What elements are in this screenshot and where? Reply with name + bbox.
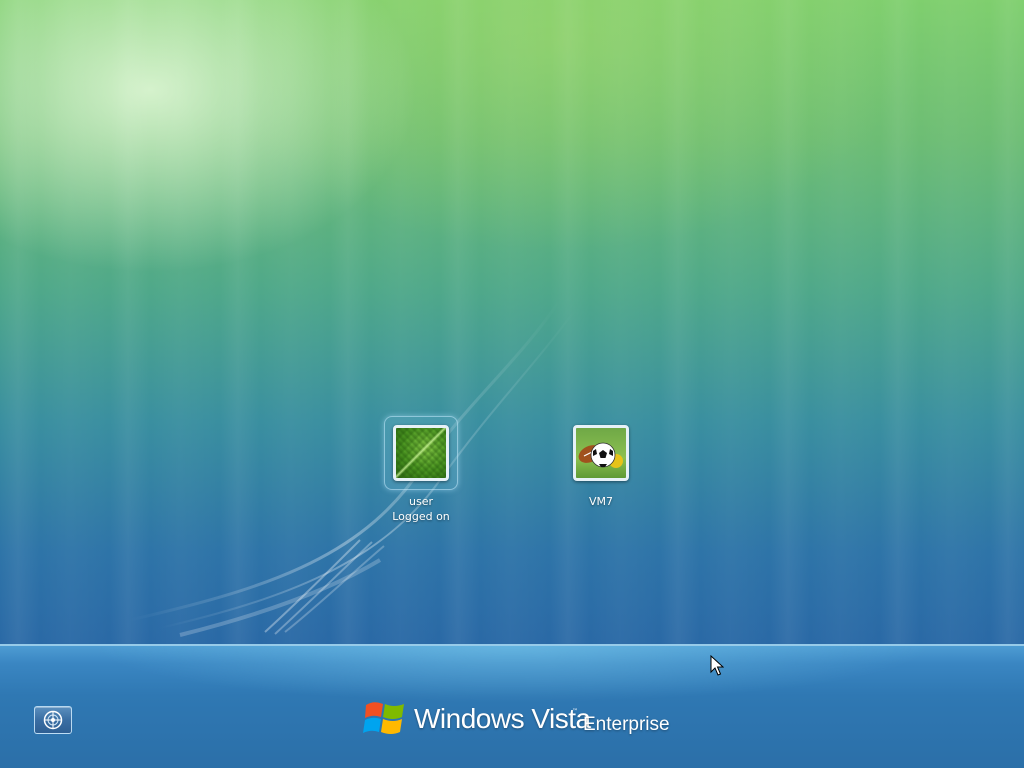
windows-vista-wordmark: Windows Vista <box>414 703 591 734</box>
user-tile-vm7[interactable]: VM7 <box>561 416 641 516</box>
edition-label: Enterprise <box>583 714 670 735</box>
green-leaf-picture-icon <box>396 428 446 478</box>
user-status-label: Logged on <box>392 510 450 523</box>
user-tile-user[interactable]: user Logged on <box>381 416 461 528</box>
user-picture-frame[interactable] <box>393 425 449 481</box>
logon-screen: user Logged on VM7 Windows Vista ™ Enter… <box>0 0 1024 768</box>
trademark-symbol: ™ <box>572 708 578 715</box>
windows-vista-branding: Windows Vista ™ Enterprise <box>362 697 672 743</box>
user-name-label: user <box>409 495 433 508</box>
ease-of-access-icon <box>43 710 63 730</box>
background-aurora-ribbon <box>129 299 576 637</box>
ease-of-access-button[interactable] <box>34 706 72 734</box>
user-name-label: VM7 <box>588 495 613 508</box>
mouse-pointer-icon <box>710 655 724 676</box>
windows-flag-icon <box>363 702 404 734</box>
user-picture-frame[interactable] <box>573 425 629 481</box>
sports-balls-picture-icon <box>576 428 626 478</box>
